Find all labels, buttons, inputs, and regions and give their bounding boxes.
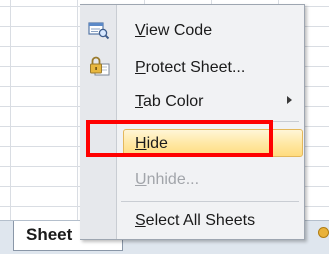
menu-item-view-code-label: View Code	[135, 22, 213, 39]
menu-item-select-all-sheets-label: Select All Sheets	[135, 212, 256, 229]
menu-item-tab-color-label: Tab Color	[135, 93, 204, 110]
menu-item-unhide-label: Unhide...	[135, 171, 200, 188]
submenu-arrow-icon	[287, 96, 292, 104]
menu-item-protect-sheet-label: Protect Sheet...	[135, 59, 246, 76]
highlight-annotation-box	[86, 120, 273, 157]
protect-sheet-lock-icon	[89, 55, 111, 82]
sheet-tab-label: Sheet	[26, 225, 73, 244]
view-code-icon	[88, 20, 110, 45]
menu-separator	[121, 201, 299, 202]
insert-sheet-icon[interactable]	[318, 227, 329, 238]
